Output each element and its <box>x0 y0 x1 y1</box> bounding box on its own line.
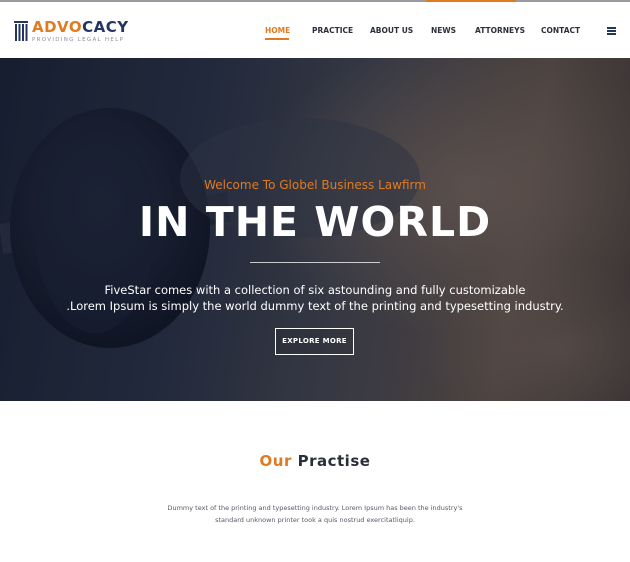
nav-item-practice[interactable]: PRACTICE <box>312 26 353 35</box>
nav-item-home[interactable]: HOME <box>265 26 290 35</box>
hero-welcome-text: Welcome To Globel Business Lawfirm <box>204 178 426 192</box>
practise-description-line1: Dummy text of the printing and typesetti… <box>167 504 463 512</box>
site-header: ADVOCACY PROVIDING LEGAL HELP HOME PRACT… <box>0 2 630 58</box>
logo[interactable]: ADVOCACY PROVIDING LEGAL HELP <box>14 17 129 45</box>
practise-title-rest: Practise <box>297 452 371 470</box>
nav-item-contact[interactable]: CONTACT <box>541 26 580 35</box>
hero-divider <box>250 262 380 263</box>
hero-banner: Welcome To Globel Business Lawfirm IN TH… <box>0 58 630 401</box>
logo-name-part1: ADVO <box>32 17 83 36</box>
nav-item-attorneys[interactable]: ATTORNEYS <box>475 26 525 35</box>
hamburger-icon[interactable] <box>607 27 616 35</box>
hero-description-line1: FiveStar comes with a collection of six … <box>104 283 526 297</box>
nav-item-news[interactable]: NEWS <box>431 26 456 35</box>
hero-title: IN THE WORLD <box>138 198 492 246</box>
practise-description-line2: standard unknown printer took a quis nos… <box>215 516 415 524</box>
practise-section-title: Our Practise <box>0 452 630 470</box>
columns-icon <box>14 21 28 41</box>
hero-description: FiveStar comes with a collection of six … <box>0 282 630 314</box>
nav-item-about-us[interactable]: ABOUT US <box>370 26 413 35</box>
active-nav-underline <box>265 38 289 40</box>
logo-text: ADVOCACY PROVIDING LEGAL HELP <box>32 17 129 43</box>
explore-more-button[interactable]: EXPLORE MORE <box>275 328 354 355</box>
practise-title-accent: Our <box>259 452 292 470</box>
hero-description-line2: .Lorem Ipsum is simply the world dummy t… <box>66 299 564 313</box>
logo-tagline: PROVIDING LEGAL HELP <box>32 36 125 43</box>
practise-description: Dummy text of the printing and typesetti… <box>150 502 480 526</box>
logo-name-part2: CACY <box>82 17 129 36</box>
logo-name: ADVOCACY <box>32 17 129 36</box>
